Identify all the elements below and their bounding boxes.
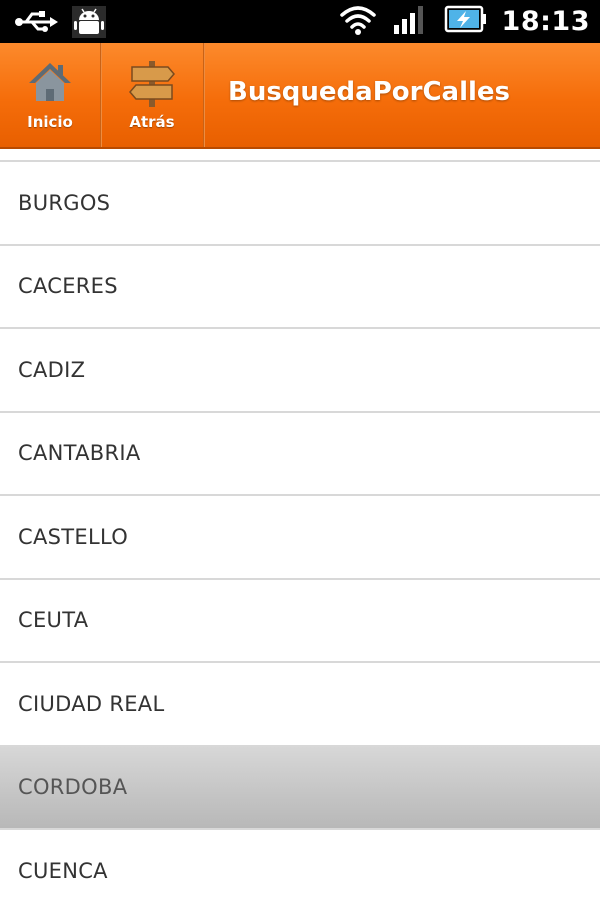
list-item-label: CADIZ: [18, 357, 86, 382]
list-item-label: CACERES: [18, 274, 118, 299]
status-indicators: 18:13: [338, 4, 590, 38]
list-item-label: CIUDAD REAL: [18, 691, 165, 716]
action-bar: Inicio Atrás BusquedaPorCalles: [0, 43, 600, 149]
action-bar-divider: [203, 43, 205, 147]
list-item[interactable]: CIUDAD REAL: [0, 663, 600, 747]
status-notifications: [14, 6, 106, 42]
list-item[interactable]: CADIZ: [0, 329, 600, 413]
list-item-label: CEUTA: [18, 608, 89, 633]
android-debug-icon: [72, 6, 106, 42]
back-button[interactable]: Atrás: [101, 43, 203, 147]
status-bar: 18:13: [0, 0, 600, 43]
list-item-label: CASTELLO: [18, 524, 129, 549]
list-item[interactable]: CUENCA: [0, 830, 600, 900]
list-item[interactable]: CASTELLO: [0, 496, 600, 580]
list-item-label: CORDOBA: [18, 775, 128, 800]
list-item-label: CUENCA: [18, 858, 108, 883]
province-list[interactable]: BURGOS CACERES CADIZ CANTABRIA CASTELLO …: [0, 149, 600, 900]
signal-icon: [392, 3, 430, 39]
list-item[interactable]: CEUTA: [0, 579, 600, 663]
list-item-label: BURGOS: [18, 190, 111, 215]
battery-charging-icon: [444, 4, 488, 38]
home-icon: [26, 59, 74, 107]
signpost-icon: [128, 59, 176, 107]
list-item[interactable]: CACERES: [0, 245, 600, 329]
home-label: Inicio: [27, 113, 73, 131]
back-label: Atrás: [129, 113, 175, 131]
list-item-label: CANTABRIA: [18, 441, 141, 466]
wifi-icon: [338, 3, 378, 39]
screen-title: BusquedaPorCalles: [228, 77, 511, 107]
list-divider: [0, 149, 600, 162]
list-item[interactable]: BURGOS: [0, 162, 600, 246]
list-item[interactable]: CORDOBA: [0, 746, 600, 830]
usb-icon: [14, 7, 58, 41]
list-item[interactable]: CANTABRIA: [0, 412, 600, 496]
home-button[interactable]: Inicio: [0, 43, 100, 147]
clock: 18:13: [501, 5, 590, 37]
